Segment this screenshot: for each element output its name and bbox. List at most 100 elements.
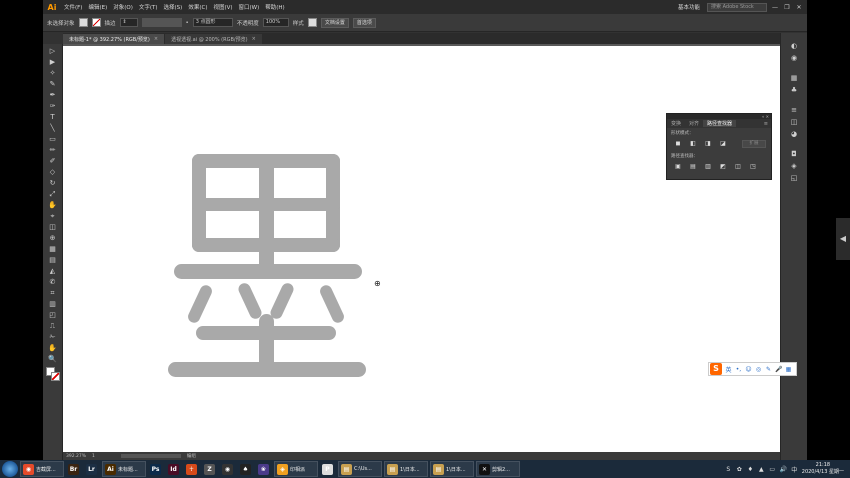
menu-edit[interactable]: 编辑(E) [85,3,110,11]
pen-tool-icon[interactable]: ✒ [47,90,59,101]
taskbar-item[interactable]: ✕ 剪辑2... [476,461,520,477]
tab-perspective[interactable]: 透视透视.ai @ 200% (RGB/预览) × [165,34,262,44]
taskbar-item[interactable]: ◈ 印相派 [274,461,318,477]
close-button[interactable]: ✕ [795,4,803,11]
minus-back-icon[interactable]: ◳ [747,162,759,171]
scissors-tool-icon[interactable]: ✁ [47,332,59,343]
direct-selection-tool-icon[interactable]: ▶ [47,57,59,68]
ime-settings-icon[interactable]: ◎ [755,366,762,373]
expand-button[interactable]: 扩展 [742,139,766,148]
gradient-tool-icon[interactable]: ▤ [47,255,59,266]
artboard[interactable]: ⊕ [63,46,780,452]
tab-align[interactable]: 对齐 [685,120,703,127]
ime-punctuation-icon[interactable]: •, [735,366,742,373]
zoom-level[interactable]: 392.27% [66,454,86,459]
outline-icon[interactable]: ◫ [732,162,744,171]
intersect-icon[interactable]: ◨ [702,139,714,148]
taskbar-item[interactable]: Br [66,461,82,477]
ink-character-artwork[interactable] [158,146,378,386]
sogou-logo-icon[interactable]: S [710,363,722,375]
zoom-tool-icon[interactable]: 🔍 [47,354,59,365]
variable-width-profile[interactable] [141,18,182,27]
taskbar-item[interactable]: ▤ 1\日本... [430,461,474,477]
tray-expand-icon[interactable]: ▲ [758,466,765,473]
eyedropper-tool-icon[interactable]: ◭ [47,266,59,277]
lasso-tool-icon[interactable]: ✎ [47,79,59,90]
status-mode[interactable]: 编组 [187,453,196,459]
line-tool-icon[interactable]: ╲ [47,123,59,134]
workspace-switcher[interactable]: 基本功能 [675,3,703,11]
gradient-panel-icon[interactable]: ◫ [788,117,800,127]
menu-window[interactable]: 窗口(W) [236,3,263,11]
preferences-button[interactable]: 首选项 [352,17,376,28]
shape-builder-tool-icon[interactable]: ◫ [47,222,59,233]
ime-toolbox-icon[interactable]: ▦ [785,366,792,373]
stroke-color-box[interactable] [50,372,60,381]
graphic-style-swatch[interactable] [307,18,317,27]
artboard-tool-icon[interactable]: ◰ [47,310,59,321]
rectangle-tool-icon[interactable]: ▭ [47,134,59,145]
fill-swatch[interactable] [78,18,88,27]
ime-emoji-icon[interactable]: ☺ [745,366,752,373]
exclude-icon[interactable]: ◪ [717,139,729,148]
menu-type[interactable]: 文字(T) [136,3,161,11]
taskbar-item[interactable]: ☥ [184,461,200,477]
appearance-panel-icon[interactable]: ◘ [788,149,800,159]
taskbar-item[interactable]: P [320,461,336,477]
transparency-panel-icon[interactable]: ◕ [788,129,800,139]
taskbar-item[interactable]: Ps [148,461,164,477]
tab-pathfinder[interactable]: 路径查找器 [703,120,737,127]
fill-stroke-widget[interactable] [45,367,60,381]
ime-voice-icon[interactable]: 🎤 [775,366,782,373]
taskbar-item[interactable]: ❀ [256,461,272,477]
taskbar-item[interactable]: Z [202,461,218,477]
tab-untitled-1[interactable]: 未标题-1* @ 392.27% (RGB/预览) × [63,34,165,44]
tab-transform[interactable]: 变换 [667,120,685,127]
menu-help[interactable]: 帮助(H) [262,3,287,11]
menu-object[interactable]: 对象(O) [110,3,136,11]
tray-app-icon[interactable]: ♦ [747,466,754,473]
opacity-label[interactable]: 不透明度 [237,19,259,27]
layers-panel-icon[interactable]: ◈ [788,161,800,171]
side-collapse-arrow-icon[interactable]: ◀ [836,218,850,260]
eraser-tool-icon[interactable]: ◇ [47,167,59,178]
rotate-tool-icon[interactable]: ↻ [47,178,59,189]
trim-icon[interactable]: ▤ [687,162,699,171]
opacity-field[interactable]: 100% [262,18,289,27]
tab-close-icon[interactable]: × [252,36,256,42]
document-setup-button[interactable]: 文档设置 [320,17,349,28]
symbol-sprayer-tool-icon[interactable]: ⌗ [47,288,59,299]
magic-wand-tool-icon[interactable]: ✧ [47,68,59,79]
maximize-button[interactable]: ❐ [783,4,791,11]
curvature-tool-icon[interactable]: ✑ [47,101,59,112]
horizontal-scrollbar[interactable] [120,454,181,458]
scale-tool-icon[interactable]: ⤢ [47,189,59,200]
free-transform-tool-icon[interactable]: ⌖ [47,211,59,222]
canvas-area[interactable]: ⊕ [63,44,780,452]
type-tool-icon[interactable]: T [47,112,59,123]
taskbar-item[interactable]: ▤ 1\日本... [384,461,428,477]
taskbar-item[interactable]: ◉ [220,461,236,477]
stroke-label[interactable]: 描边 [105,19,116,27]
stroke-width-field[interactable]: ⇕ [119,18,138,27]
taskbar-item[interactable]: ◉ 吉截屏... [20,461,64,477]
menu-select[interactable]: 选择(S) [161,3,186,11]
minus-front-icon[interactable]: ◧ [687,139,699,148]
unite-icon[interactable]: ◼ [672,139,684,148]
clock[interactable]: 21:18 2020/4/13 星期一 [802,462,844,476]
symbols-icon[interactable]: ♣ [788,85,800,95]
tab-close-icon[interactable]: × [154,36,158,42]
taskbar-item[interactable]: Lr [84,461,100,477]
taskbar-item[interactable]: ♠ [238,461,254,477]
mesh-tool-icon[interactable]: ▦ [47,244,59,255]
menu-file[interactable]: 文件(F) [61,3,85,11]
stock-search-input[interactable]: 搜索 Adobe Stock [707,2,767,12]
stroke-panel-icon[interactable]: ≡ [788,105,800,115]
merge-icon[interactable]: ▥ [702,162,714,171]
artboards-panel-icon[interactable]: ◱ [788,173,800,183]
taskbar-item[interactable]: Ai 未标题... [102,461,146,477]
menu-effect[interactable]: 效果(C) [185,3,210,11]
perspective-grid-tool-icon[interactable]: ⊕ [47,233,59,244]
tray-app-icon[interactable]: ✿ [736,466,743,473]
tray-sogou-icon[interactable]: S [725,466,732,473]
